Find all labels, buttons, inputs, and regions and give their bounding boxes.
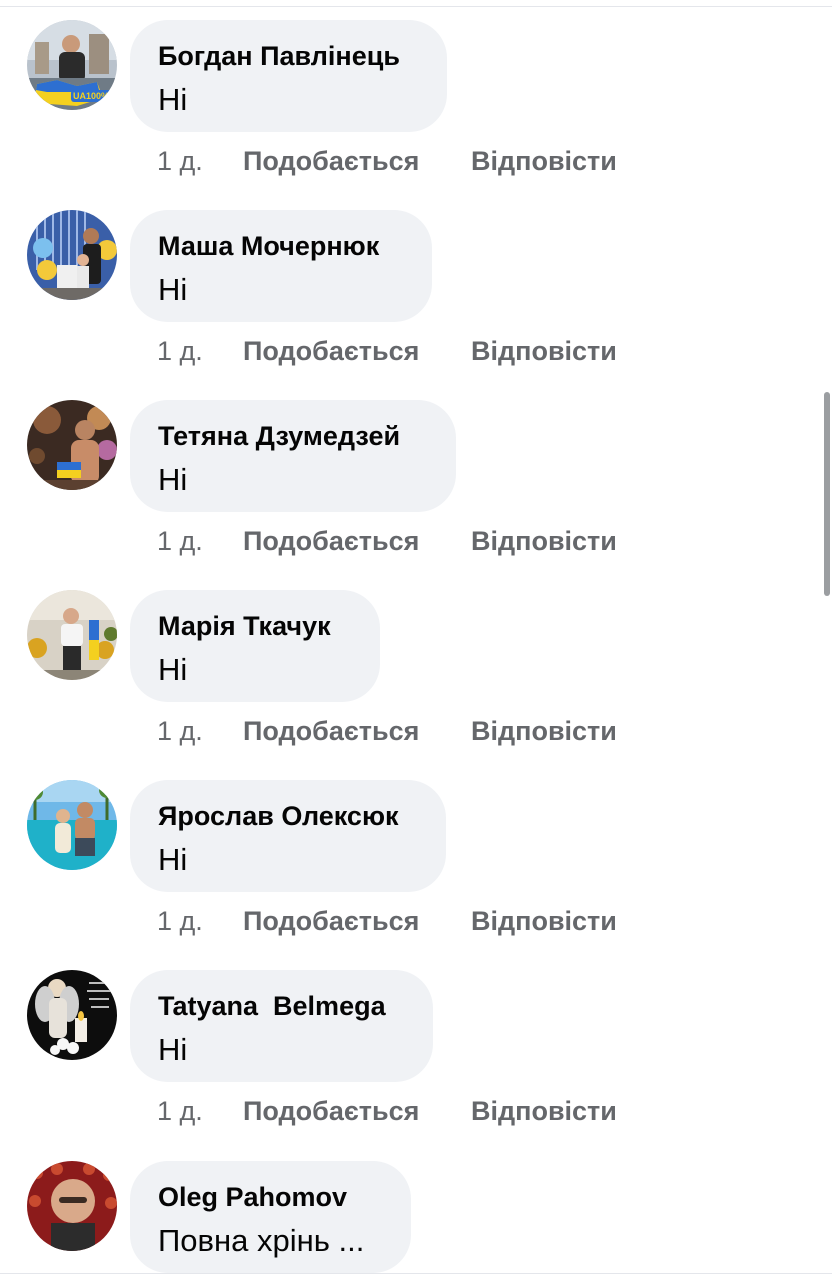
like-button[interactable]: Подобається	[243, 713, 471, 749]
avatar[interactable]	[27, 1161, 117, 1251]
reply-button[interactable]: Відповісти	[471, 903, 617, 939]
comment-bubble[interactable]: Tatyana Belmega Ні	[130, 970, 433, 1082]
like-button[interactable]: Подобається	[243, 903, 471, 939]
reply-button[interactable]: Відповісти	[471, 143, 617, 179]
comment-actions: 1 д. Подобається Відповісти	[157, 523, 617, 559]
comment-bubble[interactable]: Тетяна Дзумедзей Ні	[130, 400, 456, 512]
comment-author[interactable]: Богдан Павлінець	[158, 40, 419, 72]
scrollbar-thumb[interactable]	[824, 392, 830, 596]
comment-author[interactable]: Марія Ткачук	[158, 610, 352, 642]
comment-item: Маша Мочернюк Ні 1 д. Подобається Відповіс…	[0, 210, 832, 400]
avatar[interactable]	[27, 780, 117, 870]
like-button[interactable]: Подобається	[243, 523, 471, 559]
comment-item: Марія Ткачук Ні 1 д. Подобається Відповіст…	[0, 590, 832, 780]
reply-button[interactable]: Відповісти	[471, 1093, 617, 1129]
avatar[interactable]	[27, 400, 117, 490]
comment-author[interactable]: Тетяна Дзумедзей	[158, 420, 428, 452]
avatar[interactable]	[27, 970, 117, 1060]
top-divider	[0, 6, 832, 7]
comment-time[interactable]: 1 д.	[157, 1093, 243, 1129]
like-button[interactable]: Подобається	[243, 333, 471, 369]
comment-author[interactable]: Маша Мочернюк	[158, 230, 404, 262]
avatar[interactable]	[27, 210, 117, 300]
reply-button[interactable]: Відповісти	[471, 713, 617, 749]
comment-bubble[interactable]: Марія Ткачук Ні	[130, 590, 380, 702]
comment-actions: 1 д. Подобається Відповісти	[157, 333, 617, 369]
comment-item: UA100% Богдан Павлінець Ні 1 д. Подобаєть…	[0, 20, 832, 210]
comment-text: Ні	[158, 842, 188, 877]
comment-bubble[interactable]: Ярослав Олексюк Ні	[130, 780, 446, 892]
comment-actions: 1 д. Подобається Відповісти	[157, 903, 617, 939]
comment-author[interactable]: Oleg Pahomov	[158, 1181, 383, 1213]
comment-time[interactable]: 1 д.	[157, 523, 243, 559]
comment-item: Ярослав Олексюк Ні 1 д. Подобається Відпов…	[0, 780, 832, 970]
comment-text: Повна хрінь ...	[158, 1223, 365, 1258]
like-button[interactable]: Подобається	[243, 143, 471, 179]
comment-bubble[interactable]: Oleg Pahomov Повна хрінь ...	[130, 1161, 411, 1273]
like-button[interactable]: Подобається	[243, 1093, 471, 1129]
comment-item: Oleg Pahomov Повна хрінь ...	[0, 1161, 832, 1273]
comment-item: Тетяна Дзумедзей Ні 1 д. Подобається Відпо…	[0, 400, 832, 590]
comment-text: Ні	[158, 82, 188, 117]
reply-button[interactable]: Відповісти	[471, 333, 617, 369]
comment-text: Ні	[158, 1032, 188, 1067]
comment-bubble[interactable]: Богдан Павлінець Ні	[130, 20, 447, 132]
comment-item: Tatyana Belmega Ні 1 д. Подобається Відпов…	[0, 970, 832, 1160]
reply-button[interactable]: Відповісти	[471, 523, 617, 559]
avatar[interactable]	[27, 590, 117, 680]
avatar[interactable]: UA100%	[27, 20, 117, 110]
comment-time[interactable]: 1 д.	[157, 713, 243, 749]
comments-page: UA100% Богдан Павлінець Ні 1 д. Подобаєть…	[0, 0, 832, 1280]
comment-bubble[interactable]: Маша Мочернюк Ні	[130, 210, 432, 322]
comment-actions: 1 д. Подобається Відповісти	[157, 1093, 617, 1129]
avatar-overlay-text: UA100%	[73, 91, 109, 101]
comment-actions: 1 д. Подобається Відповісти	[157, 713, 617, 749]
comment-author[interactable]: Ярослав Олексюк	[158, 800, 418, 832]
comment-text: Ні	[158, 272, 188, 307]
comment-time[interactable]: 1 д.	[157, 903, 243, 939]
bottom-divider	[0, 1273, 832, 1274]
comment-author[interactable]: Tatyana Belmega	[158, 990, 405, 1022]
comment-text: Ні	[158, 462, 188, 497]
comment-time[interactable]: 1 д.	[157, 143, 243, 179]
comment-time[interactable]: 1 д.	[157, 333, 243, 369]
comment-actions: 1 д. Подобається Відповісти	[157, 143, 617, 179]
comment-text: Ні	[158, 652, 188, 687]
